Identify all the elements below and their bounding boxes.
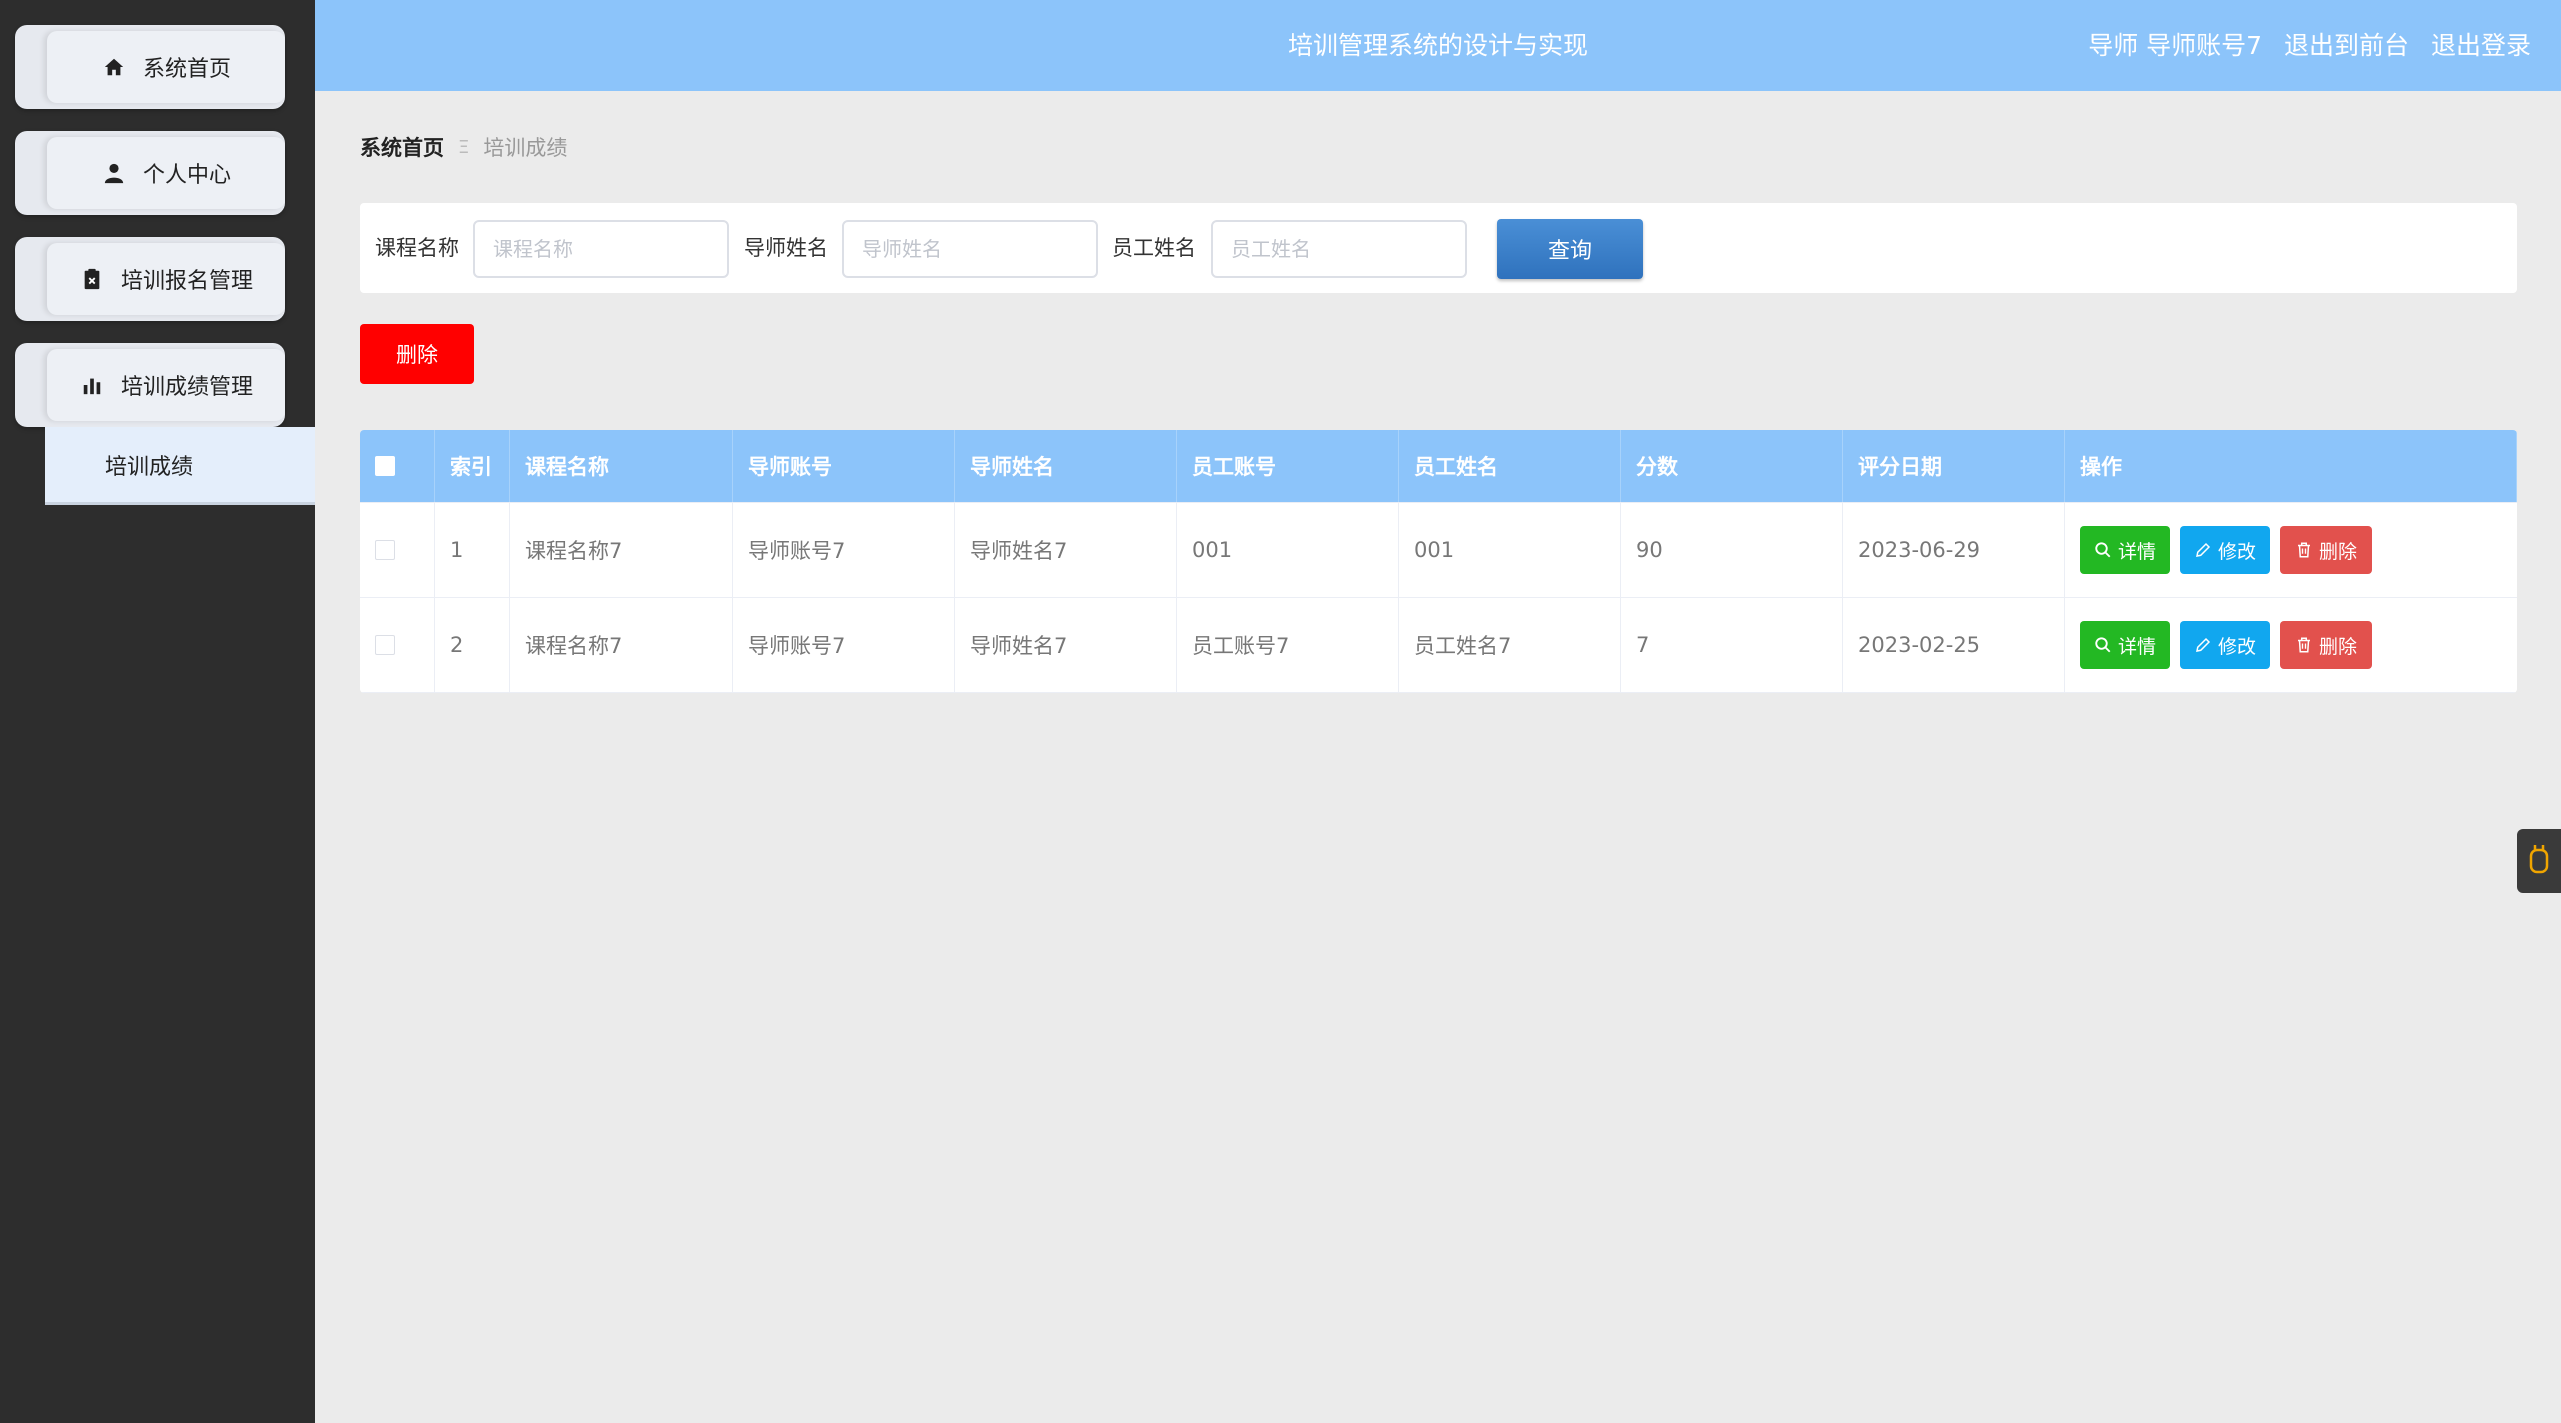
column-header: 员工姓名 bbox=[1399, 430, 1621, 502]
detail-button[interactable]: 详情 bbox=[2080, 621, 2170, 669]
column-header: 评分日期 bbox=[1843, 430, 2065, 502]
cell-course: 课程名称7 bbox=[510, 503, 733, 597]
cell-teacher-account: 导师账号7 bbox=[733, 598, 955, 692]
exit-to-front-link[interactable]: 退出到前台 bbox=[2284, 31, 2409, 60]
user-icon bbox=[101, 160, 127, 186]
teacher-name-input[interactable] bbox=[842, 220, 1098, 278]
floating-tool-button[interactable] bbox=[2517, 829, 2561, 893]
cell-score: 7 bbox=[1621, 598, 1843, 692]
breadcrumb-separator: Ξ bbox=[458, 136, 470, 158]
delete-label: 删除 bbox=[2318, 540, 2357, 563]
column-header: 导师账号 bbox=[733, 430, 955, 502]
search-icon bbox=[2094, 541, 2112, 559]
delete-label: 删除 bbox=[2318, 635, 2357, 658]
cell-teacher-name: 导师姓名7 bbox=[955, 503, 1177, 597]
course-name-input[interactable] bbox=[473, 220, 729, 278]
sidebar-item-label: 个人中心 bbox=[142, 163, 231, 188]
employee-name-input[interactable] bbox=[1211, 220, 1467, 278]
sidebar-item-home[interactable]: 系统首页 bbox=[15, 25, 285, 109]
table-header-row: 索引 课程名称 导师账号 导师姓名 员工账号 员工姓名 分数 评分日期 操作 bbox=[360, 430, 2517, 503]
sidebar: 系统首页 个人中心 培训报名管理 培训成绩管理 培训成绩 bbox=[0, 0, 315, 1423]
pencil-icon bbox=[2194, 636, 2212, 654]
cell-employee-name: 员工姓名7 bbox=[1399, 598, 1621, 692]
cell-index: 1 bbox=[435, 503, 510, 597]
column-header: 员工账号 bbox=[1177, 430, 1399, 502]
sidebar-subitem-training-scores[interactable]: 培训成绩 bbox=[45, 427, 315, 505]
column-header: 操作 bbox=[2065, 430, 2517, 502]
breadcrumb: 系统首页 Ξ 培训成绩 bbox=[360, 132, 567, 162]
current-user: 导师 导师账号7 bbox=[2088, 31, 2263, 60]
home-icon bbox=[101, 54, 127, 80]
search-panel: 课程名称 导师姓名 员工姓名 查询 bbox=[360, 203, 2517, 293]
query-button[interactable]: 查询 bbox=[1497, 219, 1643, 279]
select-all-checkbox[interactable] bbox=[375, 456, 395, 476]
cell-teacher-name: 导师姓名7 bbox=[955, 598, 1177, 692]
breadcrumb-current: 培训成绩 bbox=[483, 136, 568, 160]
table-row: 2 课程名称7 导师账号7 导师姓名7 员工账号7 员工姓名7 7 2023-0… bbox=[360, 598, 2517, 693]
row-checkbox[interactable] bbox=[375, 540, 395, 560]
cell-employee-account: 员工账号7 bbox=[1177, 598, 1399, 692]
cell-teacher-account: 导师账号7 bbox=[733, 503, 955, 597]
logout-link[interactable]: 退出登录 bbox=[2431, 31, 2531, 60]
cell-employee-account: 001 bbox=[1177, 503, 1399, 597]
top-header: 培训管理系统的设计与实现 导师 导师账号7 退出到前台 退出登录 bbox=[315, 0, 2561, 91]
row-checkbox[interactable] bbox=[375, 635, 395, 655]
trash-icon bbox=[2295, 541, 2313, 559]
submenu-label: 培训成绩 bbox=[105, 454, 194, 480]
column-header: 分数 bbox=[1621, 430, 1843, 502]
scores-table: 索引 课程名称 导师账号 导师姓名 员工账号 员工姓名 分数 评分日期 操作 1… bbox=[360, 430, 2517, 693]
detail-label: 详情 bbox=[2118, 635, 2157, 658]
plugin-icon bbox=[2528, 842, 2550, 880]
teacher-name-label: 导师姓名 bbox=[744, 236, 828, 260]
column-header: 课程名称 bbox=[510, 430, 733, 502]
cell-employee-name: 001 bbox=[1399, 503, 1621, 597]
employee-name-label: 员工姓名 bbox=[1112, 236, 1196, 260]
sidebar-item-label: 培训成绩管理 bbox=[120, 375, 253, 400]
edit-label: 修改 bbox=[2218, 635, 2257, 658]
edit-button[interactable]: 修改 bbox=[2180, 526, 2270, 574]
cell-date: 2023-02-25 bbox=[1843, 598, 2065, 692]
column-header: 索引 bbox=[435, 430, 510, 502]
detail-button[interactable]: 详情 bbox=[2080, 526, 2170, 574]
cell-score: 90 bbox=[1621, 503, 1843, 597]
delete-button[interactable]: 删除 bbox=[2280, 621, 2372, 669]
edit-label: 修改 bbox=[2218, 540, 2257, 563]
sidebar-item-label: 培训报名管理 bbox=[120, 269, 253, 294]
breadcrumb-home[interactable]: 系统首页 bbox=[360, 132, 444, 162]
search-icon bbox=[2094, 636, 2112, 654]
bulk-delete-button[interactable]: 删除 bbox=[360, 324, 474, 384]
edit-button[interactable]: 修改 bbox=[2180, 621, 2270, 669]
clipboard-icon bbox=[79, 266, 105, 292]
column-header: 导师姓名 bbox=[955, 430, 1177, 502]
course-name-label: 课程名称 bbox=[375, 236, 459, 260]
delete-button[interactable]: 删除 bbox=[2280, 526, 2372, 574]
trash-icon bbox=[2295, 636, 2313, 654]
sidebar-item-enrollment-management[interactable]: 培训报名管理 bbox=[15, 237, 285, 321]
bar-chart-icon bbox=[79, 372, 105, 398]
cell-date: 2023-06-29 bbox=[1843, 503, 2065, 597]
sidebar-item-label: 系统首页 bbox=[142, 57, 231, 82]
cell-course: 课程名称7 bbox=[510, 598, 733, 692]
sidebar-item-personal-center[interactable]: 个人中心 bbox=[15, 131, 285, 215]
table-row: 1 课程名称7 导师账号7 导师姓名7 001 001 90 2023-06-2… bbox=[360, 503, 2517, 598]
detail-label: 详情 bbox=[2118, 540, 2157, 563]
pencil-icon bbox=[2194, 541, 2212, 559]
cell-index: 2 bbox=[435, 598, 510, 692]
sidebar-item-score-management[interactable]: 培训成绩管理 bbox=[15, 343, 285, 427]
